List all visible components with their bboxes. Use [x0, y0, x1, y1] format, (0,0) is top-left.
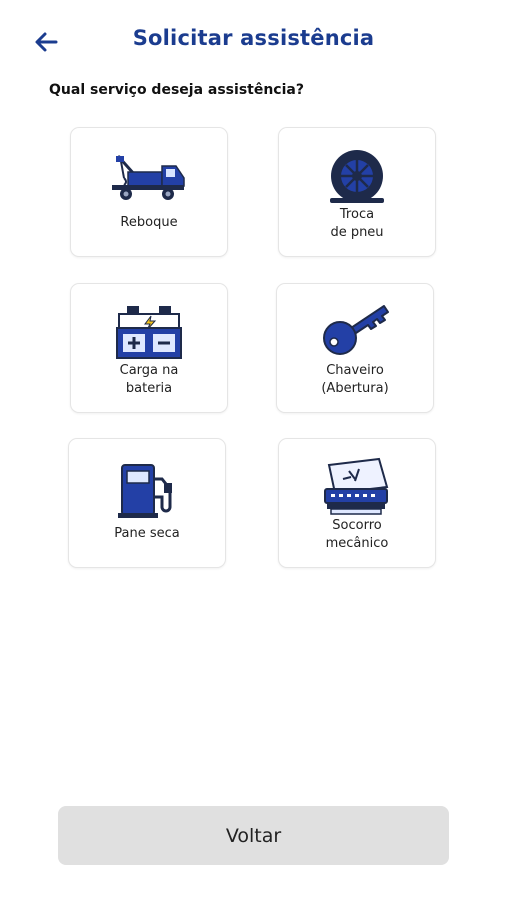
header: Solicitar assistência: [0, 20, 507, 64]
tow-truck-icon: [112, 155, 185, 200]
page-title: Solicitar assistência: [132, 26, 375, 50]
service-card-reboque[interactable]: Reboque: [70, 127, 228, 257]
service-label: Socorro mecânico: [325, 518, 389, 551]
service-card-pane-seca[interactable]: Pane seca: [68, 438, 226, 568]
fuel-pump-icon: [118, 464, 172, 518]
service-label: Reboque: [120, 215, 178, 230]
service-label: Carga na bateria: [119, 363, 179, 396]
service-card-chaveiro[interactable]: Chaveiro (Abertura): [276, 283, 434, 413]
tire-icon: [330, 150, 384, 203]
service-label: Chaveiro (Abertura): [321, 363, 389, 396]
service-card-troca-de-pneu[interactable]: Troca de pneu: [278, 127, 436, 257]
voltar-button[interactable]: Voltar: [58, 806, 449, 865]
service-question: Qual serviço deseja assistência?: [49, 82, 304, 98]
service-label: Troca de pneu: [330, 207, 384, 240]
service-card-socorro-mecanico[interactable]: Socorro mecânico: [278, 438, 436, 568]
service-card-carga-na-bateria[interactable]: Carga na bateria: [70, 283, 228, 413]
key-icon: [323, 305, 389, 355]
service-label: Pane seca: [114, 526, 180, 541]
battery-icon: [116, 306, 182, 359]
mechanic-icon: [324, 457, 389, 515]
